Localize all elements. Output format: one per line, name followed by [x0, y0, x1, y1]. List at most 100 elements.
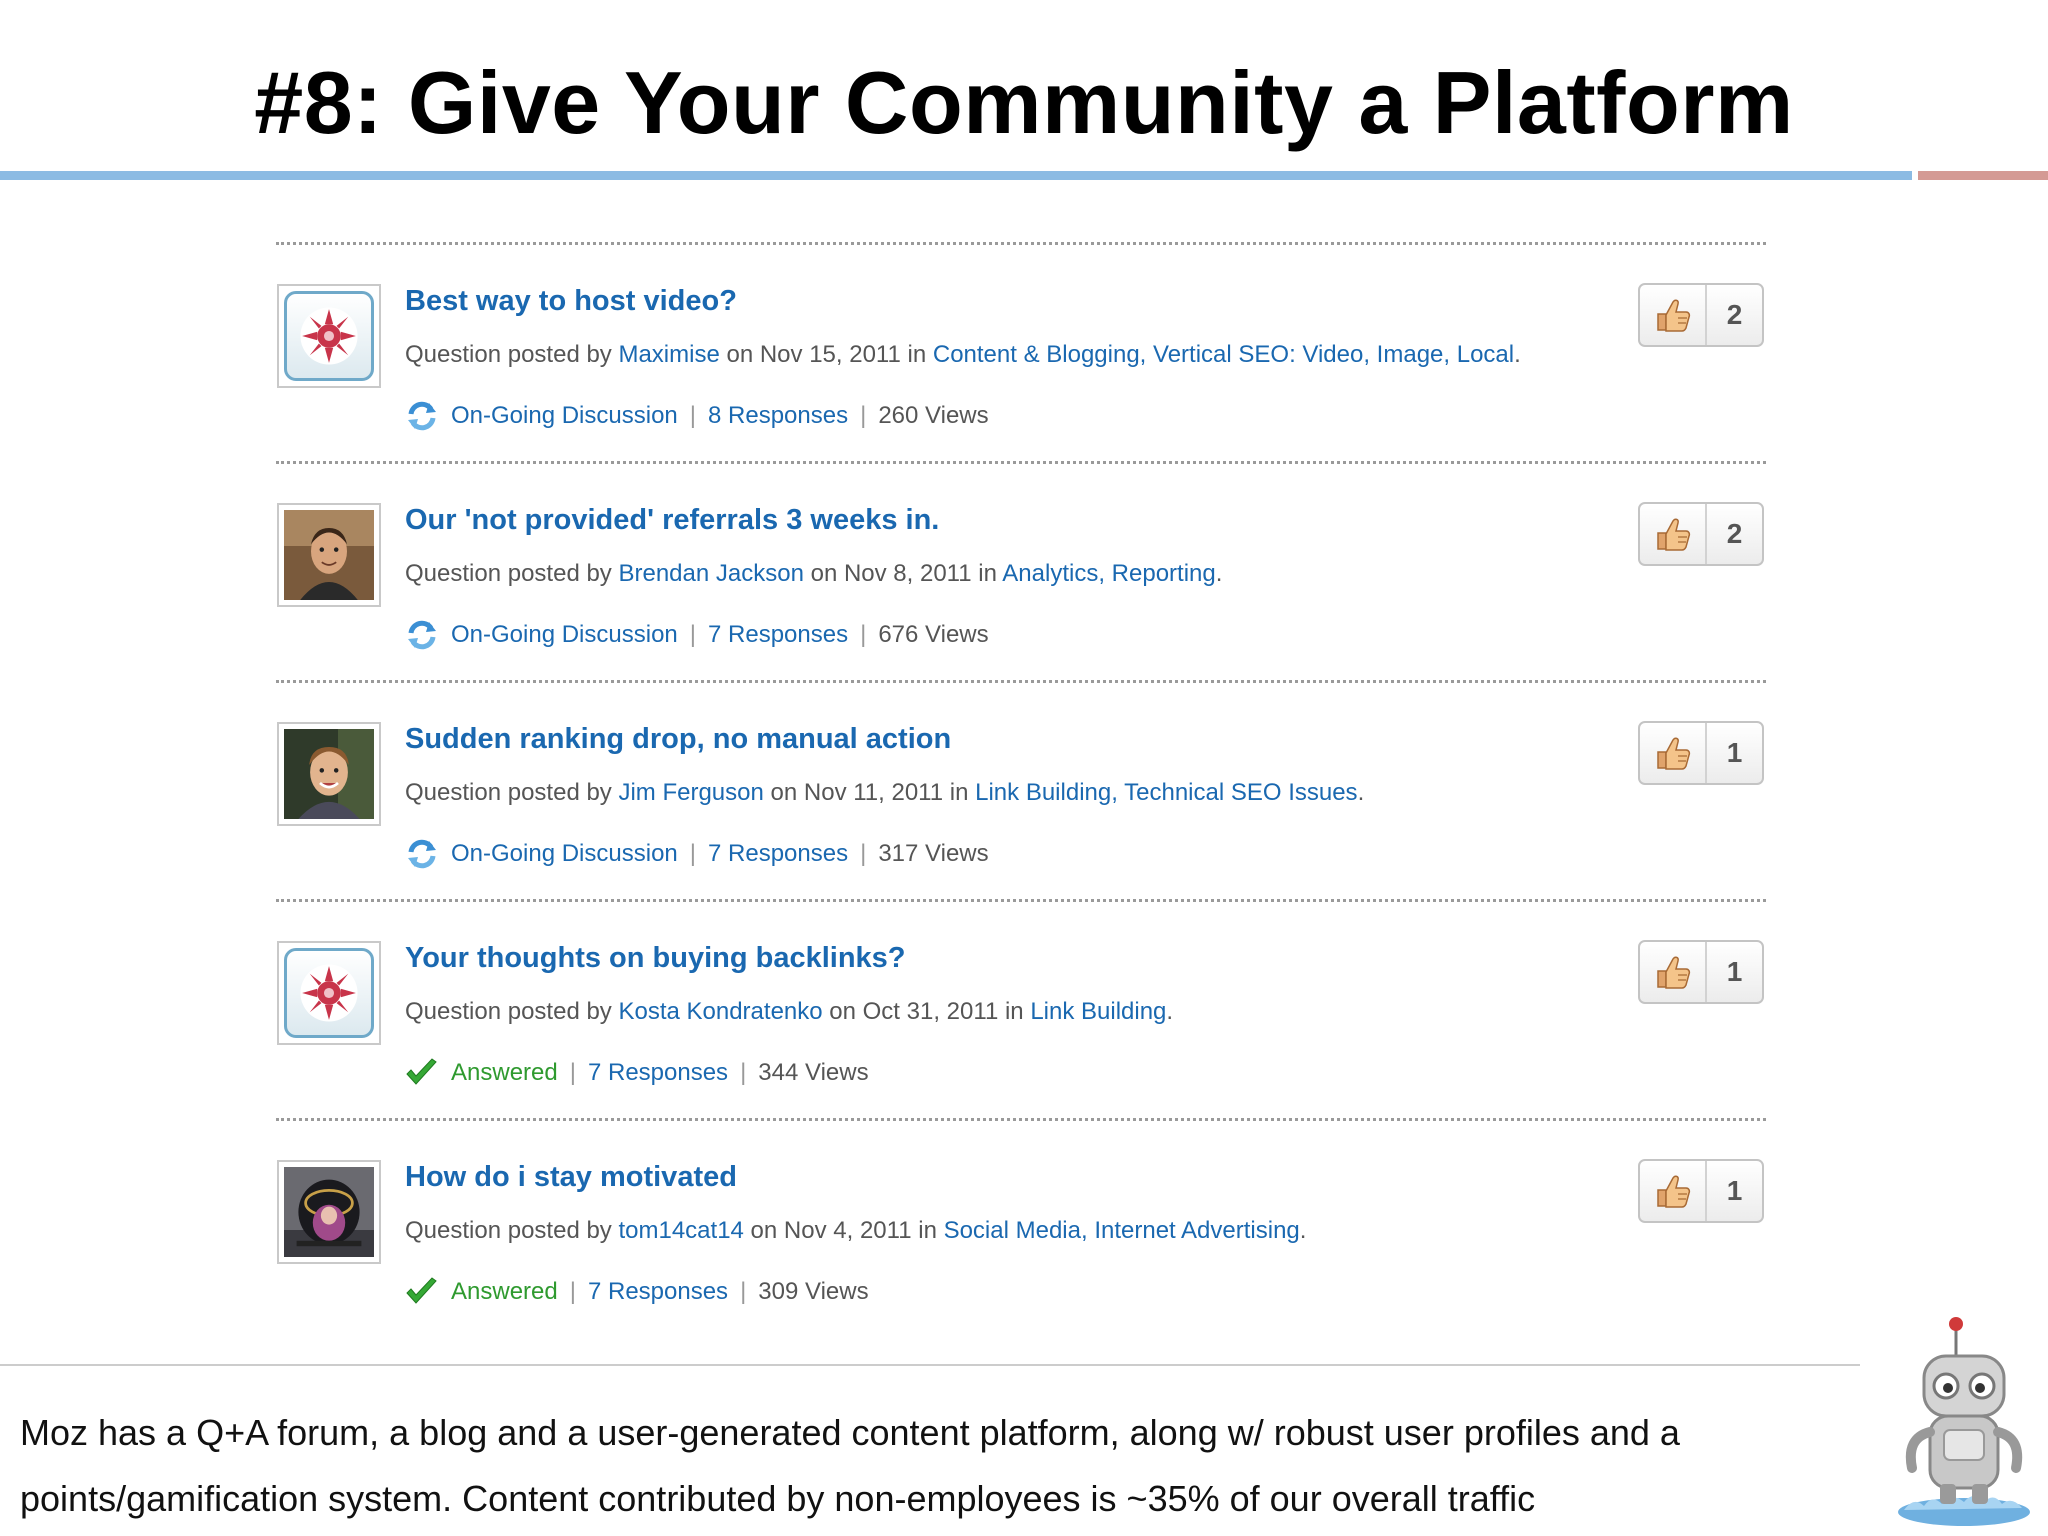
- qa-question-list: Best way to host video? Question posted …: [276, 242, 1766, 1337]
- meta-prefix: Question posted by: [405, 560, 619, 587]
- vote-count: 2: [1726, 299, 1743, 330]
- vote-count: 1: [1726, 737, 1743, 768]
- avatar[interactable]: [277, 941, 381, 1045]
- responses-link[interactable]: 7 Responses: [708, 840, 848, 868]
- question-item: Best way to host video? Question posted …: [276, 245, 1766, 461]
- question-stats: On-Going Discussion | 7 Responses | 317 …: [405, 838, 989, 870]
- question-meta: Question posted by tom14cat14 on Nov 4, …: [405, 1217, 1306, 1245]
- thumbs-up-vote-button[interactable]: 1: [1638, 1159, 1764, 1223]
- separator: |: [689, 402, 696, 429]
- thumbs-up-vote-button[interactable]: 2: [1638, 502, 1764, 566]
- category-links[interactable]: Link Building: [1030, 998, 1166, 1025]
- question-stats: On-Going Discussion | 7 Responses | 676 …: [405, 619, 989, 651]
- responses-link[interactable]: 8 Responses: [708, 402, 848, 430]
- category-links[interactable]: Content & Blogging, Vertical SEO: Video,…: [933, 341, 1514, 368]
- question-title-link[interactable]: Best way to host video?: [405, 285, 737, 318]
- author-link[interactable]: tom14cat14: [618, 1217, 743, 1244]
- question-item: Our 'not provided' referrals 3 weeks in.…: [276, 464, 1766, 680]
- caption-line: Moz has a Q+A forum, a blog and a user-g…: [20, 1412, 1680, 1453]
- meta-date: on Nov 4, 2011 in: [743, 1217, 944, 1244]
- meta-date: on Nov 15, 2011 in: [719, 341, 933, 368]
- status-link[interactable]: Answered: [451, 1059, 558, 1087]
- thumbs-up-vote-button[interactable]: 1: [1638, 721, 1764, 785]
- views-count: 676 Views: [878, 621, 989, 648]
- question-title-link[interactable]: Our 'not provided' referrals 3 weeks in.: [405, 504, 939, 537]
- caption-line: points/gamification system. Content cont…: [20, 1478, 1536, 1519]
- avatar[interactable]: [277, 503, 381, 607]
- author-link[interactable]: Brendan Jackson: [618, 560, 803, 587]
- avatar[interactable]: [277, 722, 381, 826]
- separator: |: [689, 621, 696, 648]
- status-link[interactable]: On-Going Discussion: [451, 621, 678, 649]
- author-link[interactable]: Kosta Kondratenko: [618, 998, 822, 1025]
- question-meta: Question posted by Maximise on Nov 15, 2…: [405, 341, 1521, 369]
- question-stats: Answered | 7 Responses | 344 Views: [405, 1057, 869, 1089]
- question-meta: Question posted by Jim Ferguson on Nov 1…: [405, 779, 1364, 807]
- views-count: 344 Views: [758, 1059, 869, 1086]
- meta-prefix: Question posted by: [405, 998, 619, 1025]
- meta-end: .: [1357, 779, 1365, 806]
- meta-date: on Nov 11, 2011 in: [763, 779, 976, 806]
- responses-link[interactable]: 7 Responses: [588, 1059, 728, 1087]
- title-rule-red: [1918, 171, 2048, 180]
- separator: |: [860, 621, 867, 648]
- views-count: 260 Views: [878, 402, 989, 429]
- separator: |: [569, 1278, 576, 1305]
- question-title-link[interactable]: Sudden ranking drop, no manual action: [405, 723, 951, 756]
- user-photo-avatar: [284, 1167, 374, 1257]
- responses-link[interactable]: 7 Responses: [708, 621, 848, 649]
- thumbs-up-icon[interactable]: [1640, 942, 1707, 1002]
- status-link[interactable]: On-Going Discussion: [451, 840, 678, 868]
- ongoing-discussion-icon: [405, 619, 439, 651]
- author-link[interactable]: Jim Ferguson: [618, 779, 763, 806]
- meta-end: .: [1166, 998, 1174, 1025]
- ongoing-discussion-icon: [405, 400, 439, 432]
- question-stats: Answered | 7 Responses | 309 Views: [405, 1276, 869, 1308]
- meta-date: on Oct 31, 2011 in: [822, 998, 1031, 1025]
- question-title-link[interactable]: Your thoughts on buying backlinks?: [405, 942, 906, 975]
- thumbs-up-icon[interactable]: [1640, 1161, 1707, 1221]
- status-link[interactable]: Answered: [451, 1278, 558, 1306]
- separator: |: [740, 1059, 747, 1086]
- question-stats: On-Going Discussion | 8 Responses | 260 …: [405, 400, 989, 432]
- separator: |: [860, 402, 867, 429]
- responses-link[interactable]: 7 Responses: [588, 1278, 728, 1306]
- thumbs-up-icon[interactable]: [1640, 723, 1707, 783]
- slide-title: #8: Give Your Community a Platform: [254, 53, 1794, 152]
- avatar[interactable]: [277, 1160, 381, 1264]
- question-item: How do i stay motivated Question posted …: [276, 1121, 1766, 1337]
- vote-count: 1: [1726, 956, 1743, 987]
- meta-prefix: Question posted by: [405, 341, 619, 368]
- vote-count: 1: [1726, 1175, 1743, 1206]
- default-avatar-icon: [284, 948, 374, 1038]
- question-item: Sudden ranking drop, no manual action Qu…: [276, 683, 1766, 899]
- avatar[interactable]: [277, 284, 381, 388]
- question-item: Your thoughts on buying backlinks? Quest…: [276, 902, 1766, 1118]
- thumbs-up-vote-button[interactable]: 1: [1638, 940, 1764, 1004]
- thumbs-up-icon[interactable]: [1640, 285, 1707, 345]
- separator: |: [689, 840, 696, 867]
- default-avatar-icon: [284, 291, 374, 381]
- thumbs-up-icon[interactable]: [1640, 504, 1707, 564]
- user-photo-avatar: [284, 729, 374, 819]
- question-meta: Question posted by Kosta Kondratenko on …: [405, 998, 1173, 1026]
- checkmark-icon: [405, 1057, 439, 1089]
- checkmark-icon: [405, 1276, 439, 1308]
- thumbs-up-vote-button[interactable]: 2: [1638, 283, 1764, 347]
- category-links[interactable]: Link Building, Technical SEO Issues: [975, 779, 1357, 806]
- views-count: 317 Views: [878, 840, 989, 867]
- category-links[interactable]: Social Media, Internet Advertising: [944, 1217, 1300, 1244]
- robot-mascot-icon: [1894, 1312, 2034, 1530]
- title-rule-blue: [0, 171, 1912, 180]
- separator: |: [740, 1278, 747, 1305]
- meta-end: .: [1514, 341, 1521, 368]
- meta-end: .: [1299, 1217, 1307, 1244]
- caption-divider: [0, 1364, 1860, 1366]
- category-links[interactable]: Analytics, Reporting: [1002, 560, 1215, 587]
- meta-prefix: Question posted by: [405, 1217, 619, 1244]
- status-link[interactable]: On-Going Discussion: [451, 402, 678, 430]
- ongoing-discussion-icon: [405, 838, 439, 870]
- question-title-link[interactable]: How do i stay motivated: [405, 1161, 737, 1194]
- slide-caption: Moz has a Q+A forum, a blog and a user-g…: [20, 1400, 1850, 1532]
- author-link[interactable]: Maximise: [618, 341, 719, 368]
